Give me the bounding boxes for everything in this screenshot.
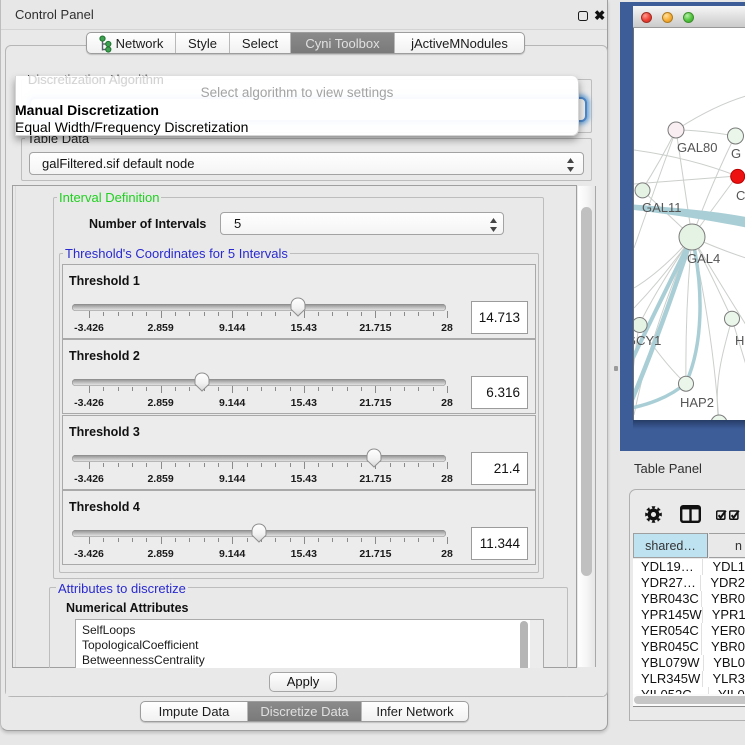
svg-text:GAL80: GAL80 — [677, 140, 717, 155]
svg-text:GCY1: GCY1 — [634, 333, 661, 348]
svg-text:HAP2: HAP2 — [680, 395, 714, 410]
svg-text:H: H — [735, 333, 744, 348]
svg-text:GAL11: GAL11 — [642, 200, 682, 215]
svg-text:G: G — [731, 146, 741, 161]
svg-text:GAL4: GAL4 — [687, 251, 720, 266]
svg-text:C: C — [736, 188, 745, 203]
